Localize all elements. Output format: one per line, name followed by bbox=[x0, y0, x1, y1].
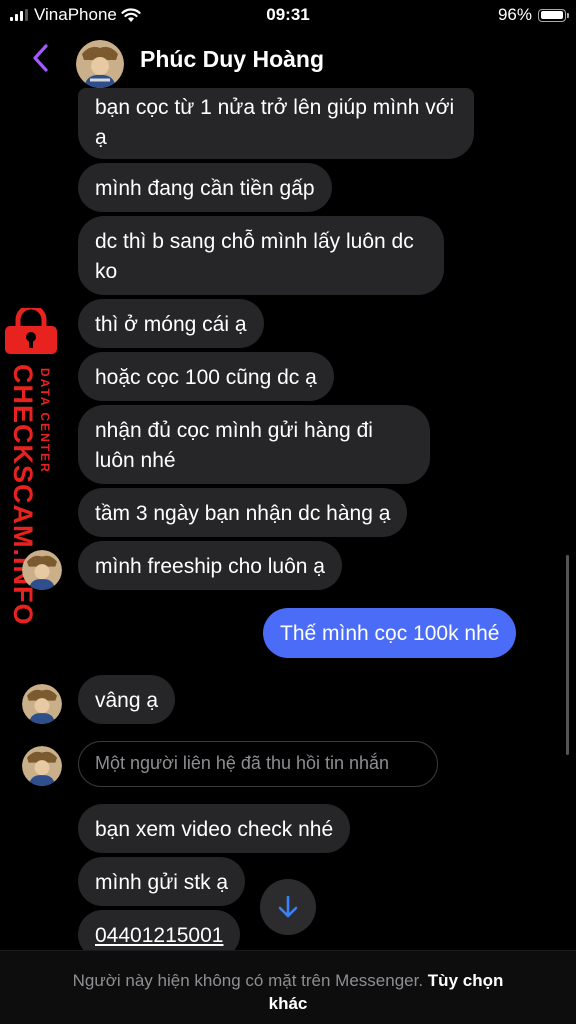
message-bubble[interactable]: mình đang cần tiền gấp bbox=[78, 163, 332, 212]
message-bubble[interactable]: bạn cọc từ 1 nửa trở lên giúp mình với ạ bbox=[78, 88, 474, 159]
chat-header: Phúc Duy Hoàng bbox=[0, 30, 576, 90]
unavailable-note: Người này hiện không có mặt trên Messeng… bbox=[72, 971, 424, 990]
message-text: Thế mình cọc 100k nhé bbox=[280, 622, 500, 645]
message-bubble[interactable]: hoặc cọc 100 cũng dc ạ bbox=[78, 352, 334, 401]
avatar[interactable] bbox=[22, 684, 62, 724]
message-text: bạn xem video check nhé bbox=[95, 818, 334, 841]
avatar[interactable] bbox=[76, 40, 124, 88]
my-message-bubble[interactable]: Thế mình cọc 100k nhé bbox=[263, 608, 517, 658]
message-bubble[interactable]: dc thì b sang chỗ mình lấy luôn dc ko bbox=[78, 216, 444, 295]
message-bubble[interactable]: tầm 3 ngày bạn nhận dc hàng ạ bbox=[78, 488, 408, 537]
watermark-subtitle: DATA CENTER bbox=[38, 368, 52, 474]
arrow-down-icon bbox=[278, 895, 298, 918]
message-text: dc thì b sang chỗ mình lấy luôn dc ko bbox=[95, 230, 414, 283]
clock: 09:31 bbox=[266, 5, 310, 24]
watermark: CHECKSCAM.INFO DATA CENTER bbox=[2, 308, 60, 626]
message-text: mình gửi stk ạ bbox=[95, 871, 229, 894]
contact-name[interactable]: Phúc Duy Hoàng bbox=[140, 46, 324, 73]
battery-icon bbox=[538, 8, 569, 22]
message-text: mình đang cần tiền gấp bbox=[95, 177, 315, 200]
avatar[interactable] bbox=[22, 746, 62, 786]
chevron-left-icon[interactable] bbox=[26, 40, 56, 76]
message-bubble[interactable]: bạn xem video check nhé bbox=[78, 804, 351, 853]
message-text: nhận đủ cọc mình gửi hàng đi luôn nhé bbox=[95, 419, 373, 472]
scroll-down-button[interactable] bbox=[260, 879, 316, 935]
message-text: thì ở móng cái ạ bbox=[95, 313, 247, 336]
scrollbar[interactable] bbox=[566, 555, 569, 755]
message-text: hoặc cọc 100 cũng dc ạ bbox=[95, 366, 317, 389]
message-text: mình freeship cho luôn ạ bbox=[95, 555, 325, 578]
message-bubble[interactable]: mình gửi stk ạ bbox=[78, 857, 246, 906]
battery-group: 96% bbox=[497, 5, 569, 25]
message-bubble[interactable]: thì ở móng cái ạ bbox=[78, 299, 264, 348]
battery-percent: 96% bbox=[497, 5, 532, 24]
message-bubble[interactable]: mình freeship cho luôn ạ bbox=[78, 541, 342, 590]
recall-text: Một người liên hệ đã thu hồi tin nhắn bbox=[95, 753, 390, 773]
recalled-message-notice: Một người liên hệ đã thu hồi tin nhắn bbox=[78, 741, 438, 787]
account-number-link[interactable]: 04401215001 bbox=[95, 924, 223, 947]
message-text: bạn cọc từ 1 nửa trở lên giúp mình với ạ bbox=[95, 96, 455, 149]
message-text: vâng ạ bbox=[95, 689, 159, 712]
lock-icon bbox=[5, 308, 57, 354]
status-bar: VinaPhone 09:31 96% bbox=[0, 0, 576, 30]
message-bubble[interactable]: nhận đủ cọc mình gửi hàng đi luôn nhé bbox=[78, 405, 430, 484]
message-bubble[interactable]: vâng ạ bbox=[78, 675, 176, 724]
unavailable-footer: Người này hiện không có mặt trên Messeng… bbox=[0, 950, 576, 1024]
message-text: tầm 3 ngày bạn nhận dc hàng ạ bbox=[95, 502, 391, 525]
avatar[interactable] bbox=[22, 550, 62, 590]
